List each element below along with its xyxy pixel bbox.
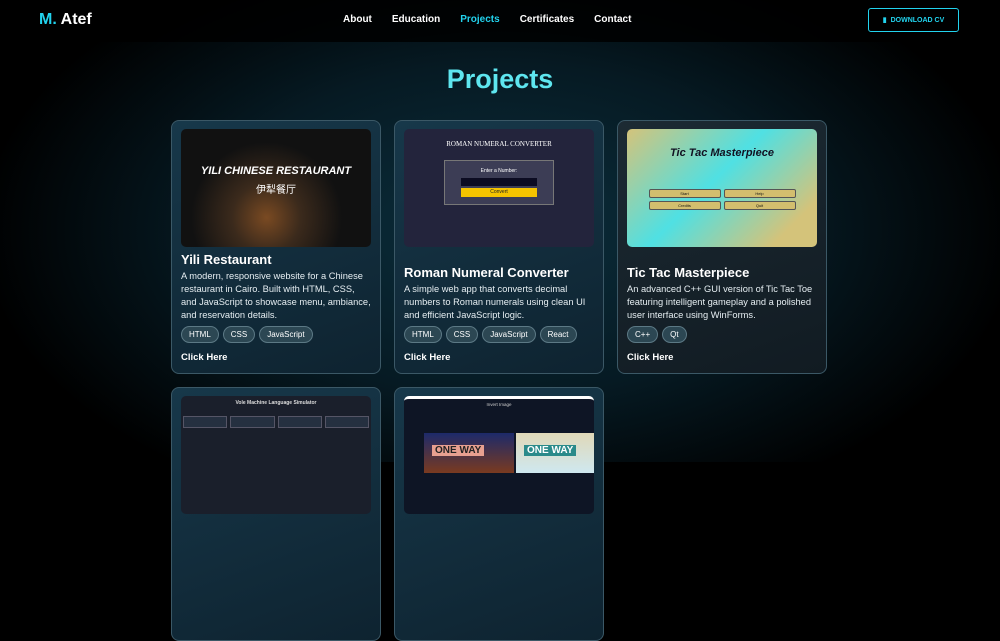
project-link[interactable]: Click Here: [404, 352, 594, 363]
tag: CSS: [445, 326, 479, 343]
project-card-tictac: Tic Tac Masterpiece Start Help Credits Quit …: [617, 120, 827, 374]
project-description: A modern, responsive website for a Chine…: [181, 271, 371, 320]
project-screenshot: Tic Tac Masterpiece Start Help Credits Quit: [627, 129, 817, 247]
logo-name: Atef: [60, 11, 92, 28]
shot-button: Start: [648, 189, 721, 198]
project-link[interactable]: Click Here: [627, 352, 817, 363]
project-screenshot: Vole Machine Language Simulator: [181, 396, 371, 514]
download-cv-button[interactable]: ▮ DOWNLOAD CV: [868, 8, 959, 32]
shot-button: Help: [723, 189, 796, 198]
project-screenshot: ROMAN NUMERAL CONVERTER Enter a Number: Co…: [404, 129, 594, 247]
shot-title: Vole Machine Language Simulator: [235, 400, 317, 406]
project-screenshot: YILI CHINESE RESTAURANT 伊犁餐厅: [181, 129, 371, 247]
shot-title: ROMAN NUMERAL CONVERTER: [446, 140, 552, 148]
tag: React: [539, 326, 577, 343]
file-icon: ▮: [882, 17, 887, 24]
project-screenshot: Invert Image ONE WAY ONE WAY: [404, 396, 594, 514]
project-description: An advanced C++ GUI version of Tic Tac T…: [627, 284, 813, 320]
download-cv-label: DOWNLOAD CV: [890, 16, 945, 24]
tag: Qt: [662, 326, 687, 343]
project-description: A simple web app that converts decimal n…: [404, 284, 586, 320]
shot-button: Quit: [723, 201, 796, 210]
navbar: M. Atef About Education Projects Certifi…: [0, 0, 1000, 42]
nav-about[interactable]: About: [343, 14, 372, 25]
project-card-image: Invert Image ONE WAY ONE WAY: [394, 387, 604, 641]
shot-title: Invert Image: [486, 402, 512, 407]
logo-initial: M.: [39, 11, 57, 28]
logo[interactable]: M. Atef: [39, 11, 92, 29]
tag: JavaScript: [259, 326, 313, 343]
project-title: Roman Numeral Converter: [404, 265, 569, 280]
tag: JavaScript: [482, 326, 536, 343]
shot-button: Convert: [461, 188, 537, 197]
project-title: Tic Tac Masterpiece: [627, 265, 750, 280]
project-card-yili: YILI CHINESE RESTAURANT 伊犁餐厅 Yili Restaur…: [171, 120, 381, 374]
shot-sign-inverted: ONE WAY: [524, 445, 577, 456]
project-title: Yili Restaurant: [181, 252, 272, 267]
project-card-vole: Vole Machine Language Simulator: [171, 387, 381, 641]
nav-certificates[interactable]: Certificates: [520, 14, 574, 25]
shot-title: Tic Tac Masterpiece: [670, 147, 774, 159]
nav-contact[interactable]: Contact: [594, 14, 631, 25]
shot-button: Credits: [648, 201, 721, 210]
nav-education[interactable]: Education: [392, 14, 440, 25]
shot-title: YILI CHINESE RESTAURANT: [200, 165, 352, 177]
tag: CSS: [222, 326, 256, 343]
tag: HTML: [404, 326, 442, 343]
shot-subtitle: 伊犁餐厅: [256, 185, 296, 196]
section-title: Projects: [446, 64, 554, 94]
shot-sign: ONE WAY: [432, 445, 485, 456]
shot-label: Enter a Number:: [480, 168, 518, 174]
tag: C++: [627, 326, 659, 343]
nav-projects[interactable]: Projects: [460, 14, 499, 25]
tag: HTML: [181, 326, 219, 343]
project-link[interactable]: Click Here: [181, 352, 371, 363]
project-card-roman: ROMAN NUMERAL CONVERTER Enter a Number: Co…: [394, 120, 604, 374]
